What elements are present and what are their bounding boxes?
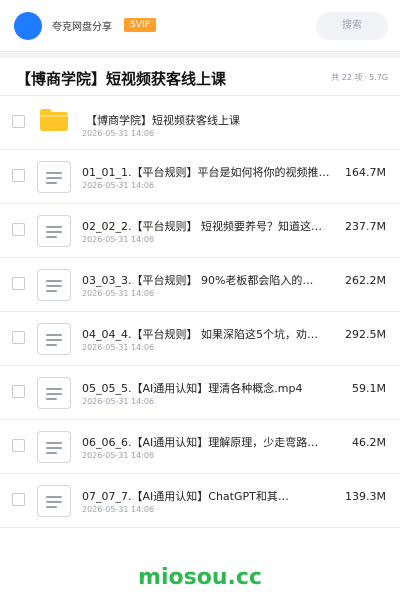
- item-name: 01_01_1.【平台规则】平台是如何将你的视频推…: [82, 166, 330, 179]
- total-size: 5.7G: [369, 73, 388, 82]
- select-checkbox[interactable]: [12, 169, 25, 182]
- item-name: 02_02_2.【平台规则】 短视频要养号？知道这…: [82, 220, 322, 233]
- item-date: 2026-05-31 14:06: [82, 397, 155, 406]
- file-list: 【博商学院】短视频获客线上课 2026-05-31 14:06 01_01_1.…: [0, 96, 400, 528]
- item-size: 292.5M: [345, 328, 386, 341]
- username[interactable]: 夸克网盘分享: [52, 18, 112, 33]
- top-bar: 夸克网盘分享 SVIP 搜索: [0, 0, 400, 52]
- item-size: 237.7M: [345, 220, 386, 233]
- item-date: 2026-05-31 14:06: [82, 181, 155, 190]
- document-icon: [37, 161, 71, 193]
- item-date: 2026-05-31 14:06: [82, 235, 155, 244]
- item-date: 2026-05-31 14:06: [82, 343, 155, 352]
- meta-separator: ·: [364, 73, 368, 82]
- document-icon: [37, 377, 71, 409]
- item-count: 共 22 项: [331, 73, 363, 82]
- document-icon: [37, 485, 71, 517]
- item-date: 2026-05-31 14:06: [82, 451, 155, 460]
- item-date: 2026-05-31 14:06: [82, 289, 155, 298]
- item-name: 07_07_7.【AI通用认知】ChatGPT和其…: [82, 490, 289, 503]
- item-size: 262.2M: [345, 274, 386, 287]
- select-checkbox[interactable]: [12, 223, 25, 236]
- share-page: 夸克网盘分享 SVIP 搜索 【博商学院】短视频获客线上课 共 22 项 · 5.7…: [0, 0, 400, 600]
- select-checkbox[interactable]: [12, 115, 25, 128]
- list-item-folder[interactable]: 【博商学院】短视频获客线上课 2026-05-31 14:06: [0, 96, 400, 150]
- select-checkbox[interactable]: [12, 385, 25, 398]
- list-item-file[interactable]: 03_03_3.【平台规则】 90%老板都会陷入的… 2026-05-31 14…: [0, 258, 400, 312]
- share-meta: 共 22 项 · 5.7G: [331, 72, 388, 83]
- watermark-text: miosou.cc: [138, 565, 262, 590]
- document-icon: [37, 323, 71, 355]
- select-checkbox[interactable]: [12, 493, 25, 506]
- page-title: 【博商学院】短视频获客线上课: [16, 70, 227, 88]
- list-item-file[interactable]: 07_07_7.【AI通用认知】ChatGPT和其… 2026-05-31 14…: [0, 474, 400, 528]
- list-item-file[interactable]: 01_01_1.【平台规则】平台是如何将你的视频推… 2026-05-31 14…: [0, 150, 400, 204]
- item-name: 03_03_3.【平台规则】 90%老板都会陷入的…: [82, 274, 314, 287]
- watermark: miosou.cc: [0, 552, 400, 600]
- list-item-file[interactable]: 05_05_5.【AI通用认知】理清各种概念.mp4 2026-05-31 14…: [0, 366, 400, 420]
- item-size: 164.7M: [345, 166, 386, 179]
- search-button[interactable]: 搜索: [316, 12, 388, 40]
- item-name: 05_05_5.【AI通用认知】理清各种概念.mp4: [82, 382, 303, 395]
- item-name: 04_04_4.【平台规则】 如果深陷这5个坑，劝…: [82, 328, 318, 341]
- select-checkbox[interactable]: [12, 439, 25, 452]
- document-icon: [37, 269, 71, 301]
- item-size: 59.1M: [352, 382, 386, 395]
- item-size: 139.3M: [345, 490, 386, 503]
- list-item-file[interactable]: 02_02_2.【平台规则】 短视频要养号？知道这… 2026-05-31 14…: [0, 204, 400, 258]
- list-item-file[interactable]: 04_04_4.【平台规则】 如果深陷这5个坑，劝… 2026-05-31 14…: [0, 312, 400, 366]
- document-icon: [37, 215, 71, 247]
- share-title-bar: 【博商学院】短视频获客线上课 共 22 项 · 5.7G: [0, 58, 400, 96]
- item-size: 46.2M: [352, 436, 386, 449]
- item-date: 2026-05-31 14:06: [82, 129, 155, 138]
- list-item-file[interactable]: 06_06_6.【AI通用认知】理解原理，少走弯路… 2026-05-31 14…: [0, 420, 400, 474]
- document-icon: [37, 431, 71, 463]
- select-checkbox[interactable]: [12, 277, 25, 290]
- item-name: 【博商学院】短视频获客线上课: [86, 114, 240, 127]
- select-checkbox[interactable]: [12, 331, 25, 344]
- folder-icon: [40, 109, 68, 131]
- avatar[interactable]: [14, 12, 42, 40]
- item-date: 2026-05-31 14:06: [82, 505, 155, 514]
- item-name: 06_06_6.【AI通用认知】理解原理，少走弯路…: [82, 436, 319, 449]
- svip-badge: SVIP: [124, 18, 156, 32]
